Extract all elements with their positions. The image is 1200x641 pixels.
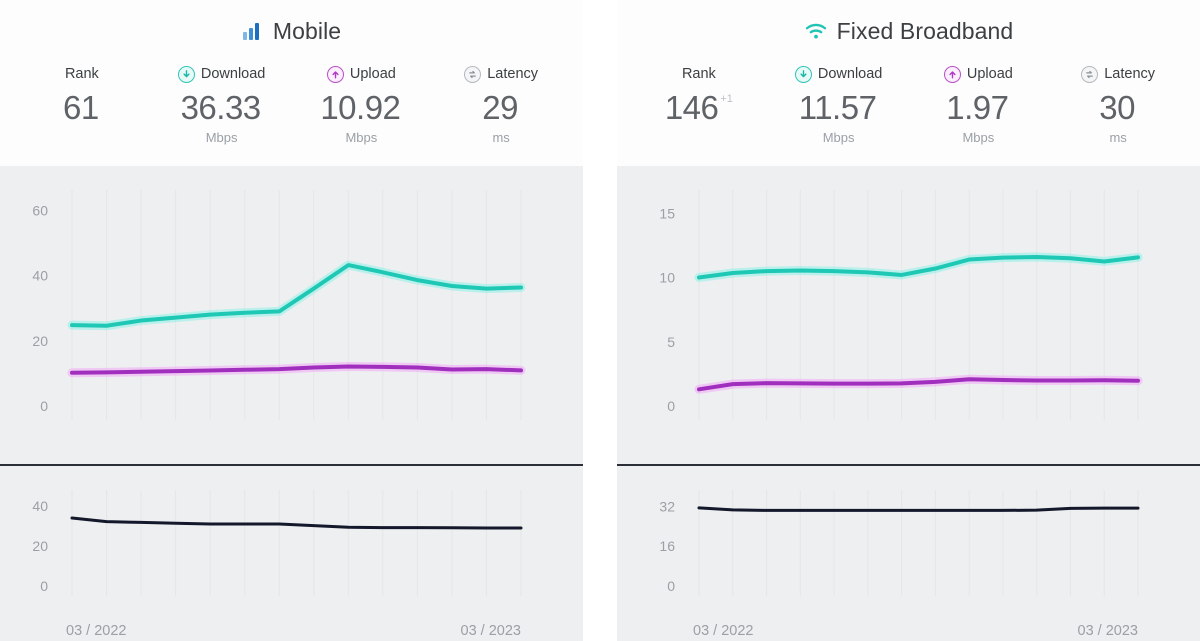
metric-upload-fixed-head: Upload	[943, 64, 1013, 84]
metric-download-mobile-label: Download	[200, 66, 266, 82]
wifi-icon	[804, 21, 828, 41]
metric-rank-fixed[interactable]: Rank 146 +1	[651, 64, 747, 145]
metric-latency-mobile[interactable]: Latency 29 ms	[453, 64, 549, 145]
metric-upload-fixed-value: 1.97	[946, 89, 1009, 126]
metric-upload-mobile-valuewrap: 10.92	[320, 91, 402, 124]
svg-text:40: 40	[32, 268, 48, 284]
svg-text:0: 0	[667, 398, 675, 414]
metric-download-fixed-label: Download	[817, 66, 883, 82]
metric-upload-mobile-label: Upload	[349, 66, 396, 82]
metric-download-fixed-head: Download	[794, 64, 883, 84]
metric-upload-fixed-unit: Mbps	[962, 130, 995, 145]
fixed-metrics: Rank 146 +1 Download 11.57 Mbps Upload 1…	[617, 52, 1200, 145]
metric-latency-fixed-valuewrap: 30	[1099, 91, 1137, 124]
metric-latency-mobile-valuewrap: 29	[482, 91, 520, 124]
metric-upload-fixed-valuewrap: 1.97	[946, 91, 1010, 124]
svg-text:40: 40	[32, 498, 48, 514]
metric-upload-mobile-head: Upload	[326, 64, 396, 84]
svg-text:16: 16	[659, 538, 675, 554]
metric-rank-mobile-valuewrap: 61	[63, 91, 101, 124]
svg-text:03 / 2023: 03 / 2023	[1078, 623, 1138, 639]
metric-latency-fixed-value: 30	[1099, 89, 1135, 126]
metric-download-mobile-head: Download	[177, 64, 266, 84]
metric-latency-fixed-unit: ms	[1109, 130, 1127, 145]
svg-text:15: 15	[659, 205, 675, 221]
metric-download-mobile[interactable]: Download 36.33 Mbps	[174, 64, 270, 145]
svg-text:0: 0	[40, 398, 48, 414]
signal-bars-icon	[242, 21, 264, 41]
metric-upload-fixed-label: Upload	[966, 66, 1013, 82]
svg-text:20: 20	[32, 538, 48, 554]
svg-text:10: 10	[659, 270, 675, 286]
fixed-title: Fixed Broadband	[836, 17, 1014, 44]
svg-text:03 / 2022: 03 / 2022	[66, 623, 126, 639]
svg-text:0: 0	[667, 578, 675, 594]
mobile-title-row: Mobile	[0, 10, 583, 52]
svg-text:5: 5	[667, 334, 675, 350]
metric-download-mobile-valuewrap: 36.33	[181, 91, 263, 124]
metric-download-fixed-unit: Mbps	[822, 130, 855, 145]
panel-mobile: Mobile Rank 61 Download 36.33 Mbps Uploa…	[0, 0, 583, 641]
fixed-title-row: Fixed Broadband	[617, 10, 1200, 52]
fixed-header: Fixed Broadband Rank 146 +1 Download 11.…	[617, 0, 1200, 166]
metric-rank-mobile-value: 61	[63, 89, 99, 126]
metric-latency-mobile-head: Latency	[464, 64, 538, 84]
svg-text:0: 0	[40, 578, 48, 594]
metric-rank-mobile[interactable]: Rank 61	[34, 64, 130, 145]
metric-download-fixed-valuewrap: 11.57	[799, 91, 879, 124]
metric-latency-fixed-label: Latency	[1104, 66, 1156, 82]
metric-download-mobile-value: 36.33	[180, 89, 262, 126]
mobile-speed-chart[interactable]: 0 20 40 60	[0, 166, 583, 464]
metric-rank-fixed-delta: +1	[720, 93, 733, 105]
metric-rank-mobile-label: Rank	[64, 66, 99, 82]
speedtest-global-index-board: Mobile Rank 61 Download 36.33 Mbps Uploa…	[0, 0, 1200, 641]
metric-latency-mobile-value: 29	[482, 89, 518, 126]
mobile-latency-chart[interactable]: 0 20 40 03 / 2022 03 / 2023	[0, 466, 583, 641]
panel-fixed-broadband: Fixed Broadband Rank 146 +1 Download 11.…	[617, 0, 1200, 641]
svg-text:20: 20	[32, 333, 48, 349]
metric-latency-mobile-label: Latency	[487, 66, 539, 82]
metric-upload-mobile-value: 10.92	[320, 89, 401, 126]
latency-icon	[1081, 65, 1099, 83]
fixed-speed-chart[interactable]: 0 5 10 15	[617, 166, 1200, 464]
mobile-header: Mobile Rank 61 Download 36.33 Mbps Uploa…	[0, 0, 583, 166]
metric-upload-mobile-unit: Mbps	[345, 130, 378, 145]
metric-download-fixed-value: 11.57	[798, 89, 877, 126]
metric-rank-fixed-head: Rank	[682, 64, 716, 84]
upload-icon	[326, 65, 344, 83]
metric-latency-mobile-unit: ms	[492, 130, 510, 145]
metric-download-fixed[interactable]: Download 11.57 Mbps	[791, 64, 887, 145]
mobile-charts: 0 20 40 60 0 20 40 03 / 2022 03 / 2023	[0, 166, 583, 641]
metric-upload-mobile[interactable]: Upload 10.92 Mbps	[313, 64, 409, 145]
upload-icon	[943, 65, 961, 83]
metric-rank-fixed-label: Rank	[681, 66, 716, 82]
svg-text:60: 60	[32, 202, 48, 218]
latency-icon	[464, 65, 482, 83]
download-icon	[177, 65, 195, 83]
fixed-latency-chart[interactable]: 0 16 32 03 / 2022 03 / 2023	[617, 466, 1200, 641]
metric-download-mobile-unit: Mbps	[205, 130, 238, 145]
metric-latency-fixed-head: Latency	[1081, 64, 1155, 84]
svg-text:03 / 2023: 03 / 2023	[461, 623, 521, 639]
metric-rank-fixed-value: 146	[664, 89, 719, 126]
metric-rank-mobile-head: Rank	[65, 64, 99, 84]
fixed-charts: 0 5 10 15 0 16 32 03 / 2022 03 / 2023	[617, 166, 1200, 641]
metric-latency-fixed[interactable]: Latency 30 ms	[1070, 64, 1166, 145]
download-icon	[794, 65, 812, 83]
mobile-title: Mobile	[272, 17, 342, 44]
metric-upload-fixed[interactable]: Upload 1.97 Mbps	[930, 64, 1026, 145]
panel-gutter	[583, 0, 617, 641]
svg-text:32: 32	[659, 498, 675, 514]
svg-text:03 / 2022: 03 / 2022	[693, 623, 753, 639]
metric-rank-fixed-valuewrap: 146 +1	[665, 91, 733, 124]
mobile-metrics: Rank 61 Download 36.33 Mbps Upload 10.92…	[0, 52, 583, 145]
